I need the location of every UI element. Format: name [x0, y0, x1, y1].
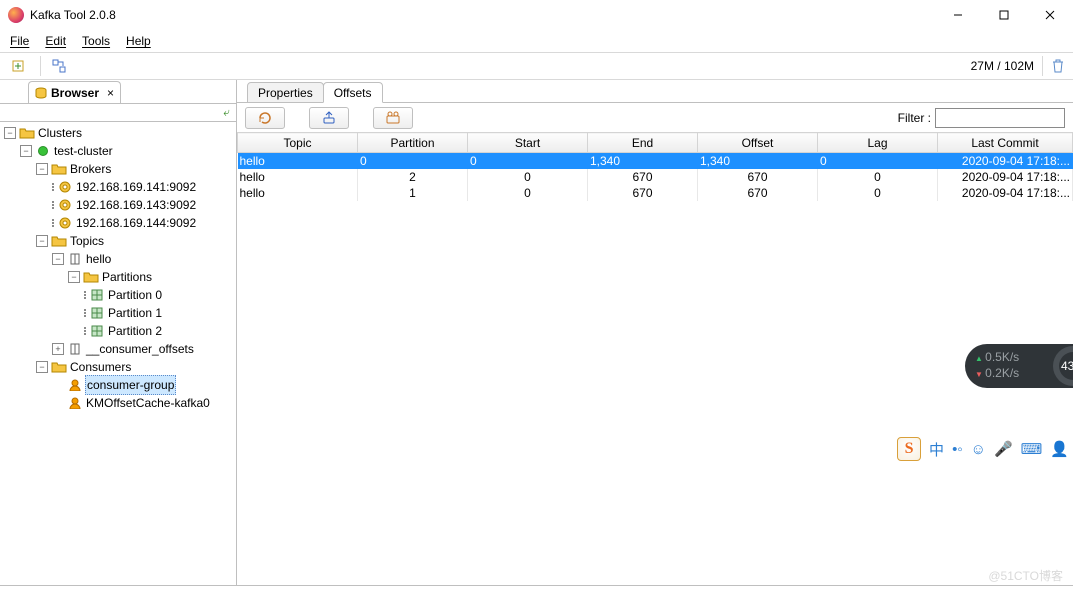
node-consumers[interactable]: − Consumers [36, 358, 236, 376]
network-overlay-widget[interactable]: 0.5K/s 0.2K/s 43% [965, 344, 1073, 388]
maximize-button[interactable] [981, 0, 1027, 30]
statusbar [0, 585, 1073, 602]
offsets-table[interactable]: Topic Partition Start End Offset Lag Las… [237, 132, 1073, 201]
node-broker[interactable]: 192.168.169.141:9092 [52, 178, 197, 196]
toolbar-divider-2 [1042, 56, 1043, 76]
table-row[interactable]: hello1067067002020-09-04 17:18:... [238, 185, 1073, 201]
ime-lang-icon[interactable]: 中 [929, 439, 944, 460]
ime-toolbar[interactable]: S 中 •◦ ☺ 🎤 ⌨ 👤 [897, 437, 1069, 461]
offsets-toolbar: Filter : [237, 102, 1073, 132]
refresh-button[interactable] [45, 55, 73, 77]
menu-tools[interactable]: Tools [82, 34, 110, 48]
close-button[interactable] [1027, 0, 1073, 30]
col-topic: Topic [238, 133, 358, 153]
tab-offsets[interactable]: Offsets [323, 82, 383, 103]
node-brokers[interactable]: − Brokers [36, 160, 236, 178]
refresh-offsets-button[interactable] [245, 107, 285, 129]
browser-tab[interactable]: Browser × [28, 81, 121, 103]
tab-properties[interactable]: Properties [247, 82, 324, 103]
menu-file[interactable]: File [10, 34, 29, 48]
minimize-button[interactable] [935, 0, 981, 30]
table-header[interactable]: Topic Partition Start End Offset Lag Las… [238, 133, 1073, 153]
node-partition[interactable]: Partition 0 [84, 286, 163, 304]
upload-rate: 0.5K/s [975, 350, 1019, 366]
window-controls [935, 0, 1073, 30]
memory-label: 27M / 102M [967, 59, 1038, 73]
main-tabstrip: Properties Offsets [237, 80, 1073, 103]
node-partition[interactable]: Partition 2 [84, 322, 163, 340]
node-topic[interactable]: +__consumer_offsets [52, 340, 195, 358]
app-title: Kafka Tool 2.0.8 [30, 8, 116, 22]
browser-panel: Browser × ⤶ − Clusters [0, 80, 237, 585]
node-partition[interactable]: Partition 1 [84, 304, 163, 322]
browser-tab-label: Browser [51, 86, 99, 100]
toolbar-divider [40, 56, 41, 76]
ime-mic-icon[interactable]: 🎤 [994, 440, 1013, 458]
node-consumer[interactable]: +consumer-group [52, 376, 176, 394]
close-icon[interactable]: × [107, 86, 114, 100]
ime-emoji-icon[interactable]: ☺ [971, 441, 986, 458]
filter-label: Filter : [898, 111, 931, 125]
browser-mini-toolbar: ⤶ [0, 104, 236, 122]
menu-edit[interactable]: Edit [45, 34, 66, 48]
col-start: Start [468, 133, 588, 153]
add-connection-button[interactable] [4, 55, 32, 77]
node-consumer[interactable]: +KMOffsetCache-kafka0 [52, 394, 211, 412]
filter-input[interactable] [935, 108, 1065, 128]
node-cluster[interactable]: − test-cluster [20, 142, 236, 160]
ime-keyboard-icon[interactable]: ⌨ [1021, 440, 1043, 458]
menubar: File Edit Tools Help [0, 30, 1073, 52]
node-topic[interactable]: − hello [52, 250, 236, 268]
download-rate: 0.2K/s [975, 366, 1019, 382]
menu-help[interactable]: Help [126, 34, 151, 48]
node-broker[interactable]: 192.168.169.143:9092 [52, 196, 197, 214]
col-end: End [588, 133, 698, 153]
node-topics[interactable]: − Topics [36, 232, 236, 250]
collapse-icon[interactable]: ⤶ [223, 105, 230, 120]
col-lag: Lag [818, 133, 938, 153]
cluster-tree[interactable]: − Clusters − test-cluster [4, 124, 236, 412]
ime-punct-icon[interactable]: •◦ [952, 441, 963, 458]
browser-tabstrip: Browser × [0, 80, 236, 104]
node-clusters[interactable]: − Clusters [4, 124, 236, 142]
col-last-commit: Last Commit [938, 133, 1073, 153]
watermark: @51CTO博客 [988, 567, 1063, 584]
settings-button[interactable] [373, 107, 413, 129]
status-dot-icon [38, 146, 48, 156]
ime-logo-icon[interactable]: S [897, 437, 921, 461]
cpu-ring: 43% [1053, 346, 1073, 386]
node-broker[interactable]: 192.168.169.144:9092 [52, 214, 197, 232]
col-partition: Partition [358, 133, 468, 153]
export-button[interactable] [309, 107, 349, 129]
database-icon [35, 87, 47, 99]
ime-user-icon[interactable]: 👤 [1050, 440, 1069, 458]
node-partitions[interactable]: − Partitions [68, 268, 236, 286]
titlebar: Kafka Tool 2.0.8 [0, 0, 1073, 30]
toolbar: 27M / 102M [0, 52, 1073, 80]
main-panel: Properties Offsets Filter : Topic Partit… [237, 80, 1073, 585]
col-offset: Offset [698, 133, 818, 153]
table-row[interactable]: hello2067067002020-09-04 17:18:... [238, 169, 1073, 185]
app-icon [8, 7, 24, 23]
table-row[interactable]: hello001,3401,34002020-09-04 17:18:... [238, 153, 1073, 169]
gc-button[interactable] [1047, 59, 1069, 73]
